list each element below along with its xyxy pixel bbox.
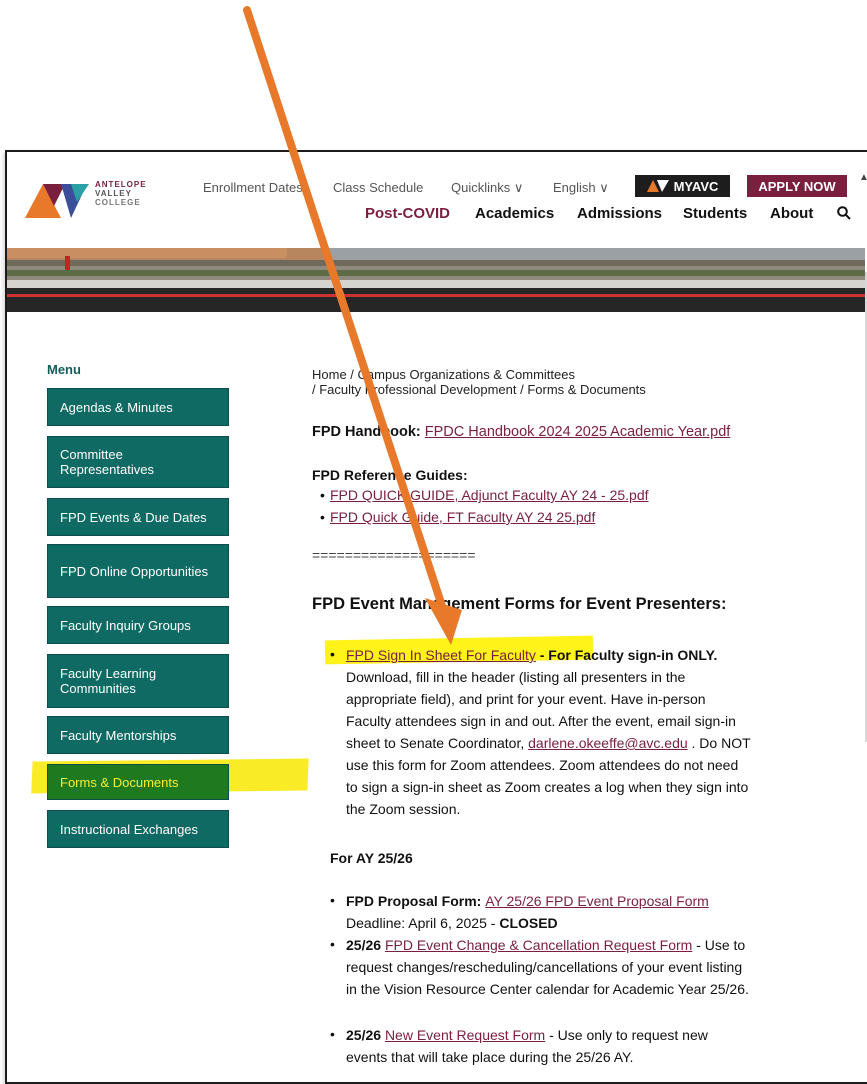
proposal-item: FPD Proposal Form: AY 25/26 FPD Event Pr… bbox=[346, 890, 836, 934]
change-text-line: request changes/rescheduling/cancellatio… bbox=[346, 959, 743, 975]
bullet: • bbox=[330, 936, 335, 952]
language-dropdown[interactable]: English ∨ bbox=[553, 180, 609, 196]
sidebar-item-forms-documents[interactable]: Forms & Documents bbox=[47, 764, 229, 800]
signin-text-line: Faculty attendees sign in and out. After… bbox=[346, 713, 736, 729]
sidebar-item-faculty-mentorships[interactable]: Faculty Mentorships bbox=[47, 716, 229, 754]
ay-heading: For AY 25/26 bbox=[330, 850, 413, 866]
sidebar-item-label: Forms & Documents bbox=[60, 774, 179, 790]
class-schedule-link[interactable]: Class Schedule bbox=[333, 180, 423, 195]
signin-text-line: the Zoom session. bbox=[346, 801, 461, 817]
new-event-label: 25/26 bbox=[346, 1027, 385, 1043]
nav-post-covid[interactable]: Post-COVID bbox=[365, 205, 450, 222]
bullet: • bbox=[330, 1026, 335, 1042]
sidebar-item-label: Instructional Exchanges bbox=[60, 821, 199, 837]
signin-paragraph: FPD Sign In Sheet For Faculty - For Facu… bbox=[346, 644, 836, 820]
ft-quick-guide-link[interactable]: FPD Quick Guide, FT Faculty AY 24 25.pdf bbox=[330, 509, 595, 525]
sidebar-item-label: Faculty Mentorships bbox=[60, 727, 177, 743]
coordinator-email-link[interactable]: darlene.okeeffe@avc.edu bbox=[528, 735, 688, 751]
breadcrumb: Home / Campus Organizations & Committees… bbox=[312, 367, 646, 397]
quicklinks-dropdown[interactable]: Quicklinks ∨ bbox=[451, 180, 523, 196]
change-label: 25/26 bbox=[346, 937, 385, 953]
logo-text: ANTELOPE VALLEY COLLEGE bbox=[95, 180, 147, 207]
change-text-line: in the Vision Resource Center calendar f… bbox=[346, 981, 749, 997]
apply-now-button[interactable]: APPLY NOW bbox=[747, 175, 847, 197]
proposal-deadline: Deadline: April 6, 2025 - bbox=[346, 915, 500, 931]
forms-heading: FPD Event Management Forms for Event Pre… bbox=[312, 595, 727, 613]
handbook-row: FPD Handbook: FPDC Handbook 2024 2025 Ac… bbox=[312, 424, 730, 440]
nav-academics[interactable]: Academics bbox=[475, 205, 554, 222]
sidebar-item-agendas-minutes[interactable]: Agendas & Minutes bbox=[47, 388, 229, 426]
sidebar-item-committee-representatives[interactable]: Committee Representatives bbox=[47, 436, 229, 488]
browser-window: ANTELOPE VALLEY COLLEGE Enrollment Dates… bbox=[5, 150, 867, 1084]
signin-note: - For Faculty sign-in ONLY. bbox=[535, 647, 718, 663]
sidebar-item-fpd-events-due-dates[interactable]: FPD Events & Due Dates bbox=[47, 498, 229, 536]
new-event-request-link[interactable]: New Event Request Form bbox=[385, 1027, 545, 1043]
avc-mini-logo-icon bbox=[646, 180, 669, 192]
signin-text-line: . Do NOT bbox=[687, 735, 751, 751]
sidebar-item-faculty-inquiry-groups[interactable]: Faculty Inquiry Groups bbox=[47, 606, 229, 644]
sidebar-item-label: Agendas & Minutes bbox=[60, 399, 173, 415]
divider-text: ==================== bbox=[312, 547, 476, 563]
sidebar-item-label: Faculty Learning Communities bbox=[60, 666, 157, 696]
proposal-label: FPD Proposal Form: bbox=[346, 893, 486, 909]
signin-sheet-link[interactable]: FPD Sign In Sheet For Faculty bbox=[346, 647, 536, 663]
sidebar-menu-title: Menu bbox=[47, 362, 81, 377]
signin-text-line: appropriate field), and print for your e… bbox=[346, 691, 706, 707]
myavc-label: MYAVC bbox=[673, 178, 719, 194]
sidebar-item-fpd-online-opportunities[interactable]: FPD Online Opportunities bbox=[47, 544, 229, 598]
signin-text-line: to sign a sign-in sheet as Zoom creates … bbox=[346, 779, 749, 795]
sidebar-item-label: FPD Events & Due Dates bbox=[60, 509, 207, 525]
ref-guide-item: • FPD Quick Guide, FT Faculty AY 24 25.p… bbox=[320, 509, 595, 525]
signin-text-line: Download, fill in the header (listing al… bbox=[346, 669, 686, 685]
handbook-link[interactable]: FPDC Handbook 2024 2025 Academic Year.pd… bbox=[425, 424, 731, 440]
sidebar-item-faculty-learning-communities[interactable]: Faculty Learning Communities bbox=[47, 654, 229, 708]
nav-about[interactable]: About bbox=[770, 205, 813, 222]
reference-guides-heading: FPD Reference Guides: bbox=[312, 467, 468, 483]
bullet: • bbox=[330, 892, 335, 908]
myavc-button[interactable]: MYAVC bbox=[635, 175, 730, 197]
sidebar-item-instructional-exchanges[interactable]: Instructional Exchanges bbox=[47, 810, 229, 848]
breadcrumb-line-2[interactable]: / Faculty Professional Development / For… bbox=[312, 382, 646, 397]
search-icon[interactable] bbox=[837, 206, 851, 220]
bullet: • bbox=[320, 509, 325, 525]
change-cancellation-form-link[interactable]: FPD Event Change & Cancellation Request … bbox=[385, 937, 692, 953]
change-request-item: 25/26 FPD Event Change & Cancellation Re… bbox=[346, 934, 836, 1000]
bullet: • bbox=[320, 487, 325, 503]
adjunct-quick-guide-link[interactable]: FPD QUICK GUIDE, Adjunct Faculty AY 24 -… bbox=[330, 487, 649, 503]
nav-students[interactable]: Students bbox=[683, 205, 747, 222]
scrollbar-up-arrow[interactable]: ▲ bbox=[859, 172, 867, 192]
sidebar-item-label: Faculty Inquiry Groups bbox=[60, 617, 191, 633]
new-event-text-line: events that will take place during the 2… bbox=[346, 1049, 634, 1065]
signin-text-line: sheet to Senate Coordinator, bbox=[346, 735, 529, 751]
signin-text-line: use this form for Zoom attendees. Zoom a… bbox=[346, 757, 739, 773]
enrollment-dates-link[interactable]: Enrollment Dates bbox=[203, 180, 303, 195]
nav-admissions[interactable]: Admissions bbox=[577, 205, 662, 222]
ref-guide-item: • FPD QUICK GUIDE, Adjunct Faculty AY 24… bbox=[320, 487, 649, 503]
sidebar-item-label: Committee Representatives bbox=[60, 447, 154, 477]
sidebar-item-label: FPD Online Opportunities bbox=[60, 563, 209, 579]
breadcrumb-line-1[interactable]: Home / Campus Organizations & Committees bbox=[312, 367, 646, 382]
change-text: - Use to bbox=[692, 937, 746, 953]
new-event-text: - Use only to request new bbox=[545, 1027, 708, 1043]
apply-now-label: APPLY NOW bbox=[758, 178, 836, 194]
campus-banner-image bbox=[7, 248, 865, 312]
new-event-item: 25/26 New Event Request Form - Use only … bbox=[346, 1024, 836, 1068]
handbook-label: FPD Handbook: bbox=[312, 424, 421, 440]
closed-status: CLOSED bbox=[499, 915, 558, 931]
bullet: • bbox=[330, 646, 335, 662]
proposal-form-link[interactable]: AY 25/26 FPD Event Proposal Form bbox=[485, 893, 709, 909]
